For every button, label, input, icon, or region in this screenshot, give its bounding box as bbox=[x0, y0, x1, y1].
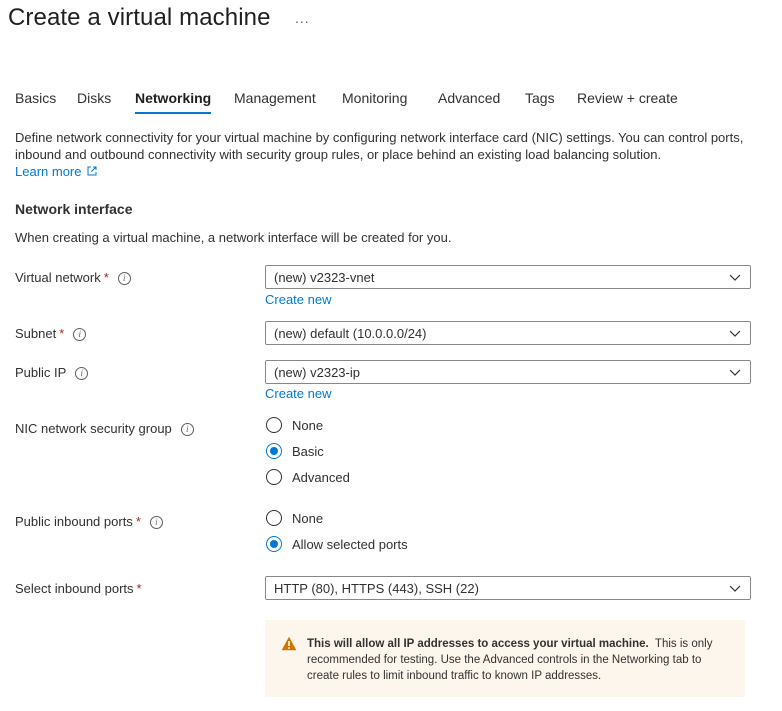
network-interface-description: When creating a virtual machine, a netwo… bbox=[15, 230, 452, 245]
radio-button[interactable] bbox=[266, 417, 282, 433]
radio-button-selected[interactable] bbox=[266, 443, 282, 459]
required-marker: * bbox=[135, 514, 141, 529]
required-marker: * bbox=[103, 270, 109, 285]
virtual-network-create-new-link[interactable]: Create new bbox=[265, 292, 331, 307]
subnet-label: Subnet * i bbox=[15, 326, 87, 341]
radio-button-selected[interactable] bbox=[266, 536, 282, 552]
warning-bold-text: This will allow all IP addresses to acce… bbox=[307, 638, 649, 650]
public-ip-dropdown[interactable]: (new) v2323-ip bbox=[265, 360, 751, 384]
info-icon[interactable]: i bbox=[117, 272, 131, 285]
chevron-down-icon bbox=[729, 369, 741, 376]
network-interface-heading: Network interface bbox=[15, 201, 133, 217]
chevron-down-icon bbox=[729, 274, 741, 281]
tab-basics[interactable]: Basics bbox=[15, 90, 56, 106]
select-inbound-ports-dropdown[interactable]: HTTP (80), HTTPS (443), SSH (22) bbox=[265, 576, 751, 600]
info-icon[interactable]: i bbox=[149, 516, 163, 529]
intro-text: Define network connectivity for your vir… bbox=[15, 130, 744, 162]
tab-advanced[interactable]: Advanced bbox=[438, 90, 500, 106]
tab-disks[interactable]: Disks bbox=[77, 90, 111, 106]
warning-text: This will allow all IP addresses to acce… bbox=[307, 636, 727, 684]
select-inbound-ports-label: Select inbound ports * bbox=[15, 581, 142, 596]
public-inbound-ports-label: Public inbound ports * i bbox=[15, 514, 163, 529]
warning-icon bbox=[281, 636, 297, 651]
learn-more-link[interactable]: Learn more bbox=[15, 164, 97, 179]
tab-networking[interactable]: Networking bbox=[135, 90, 212, 114]
virtual-network-label: Virtual network * i bbox=[15, 270, 131, 285]
info-icon[interactable]: i bbox=[75, 367, 89, 380]
tab-tags[interactable]: Tags bbox=[525, 90, 555, 106]
radio-button[interactable] bbox=[266, 510, 282, 526]
required-marker: * bbox=[59, 326, 65, 341]
subnet-dropdown[interactable]: (new) default (10.0.0.0/24) bbox=[265, 321, 751, 345]
info-icon[interactable]: i bbox=[180, 423, 194, 436]
external-link-icon bbox=[87, 166, 97, 176]
public-ip-label: Public IP i bbox=[15, 365, 89, 380]
nic-nsg-label: NIC network security group i bbox=[15, 421, 194, 436]
radio-button[interactable] bbox=[266, 469, 282, 485]
more-options-button[interactable]: ... bbox=[295, 10, 310, 26]
tab-monitoring[interactable]: Monitoring bbox=[342, 90, 407, 106]
intro-description: Define network connectivity for your vir… bbox=[15, 129, 765, 180]
chevron-down-icon bbox=[729, 585, 741, 592]
required-marker: * bbox=[136, 581, 142, 596]
virtual-network-dropdown[interactable]: (new) v2323-vnet bbox=[265, 265, 751, 289]
tab-management[interactable]: Management bbox=[234, 90, 316, 106]
chevron-down-icon bbox=[729, 330, 741, 337]
info-icon[interactable]: i bbox=[73, 328, 87, 341]
warning-banner: This will allow all IP addresses to acce… bbox=[265, 620, 745, 697]
page-title: Create a virtual machine bbox=[8, 4, 271, 31]
public-ip-create-new-link[interactable]: Create new bbox=[265, 386, 331, 401]
tab-review-create[interactable]: Review + create bbox=[577, 90, 678, 106]
